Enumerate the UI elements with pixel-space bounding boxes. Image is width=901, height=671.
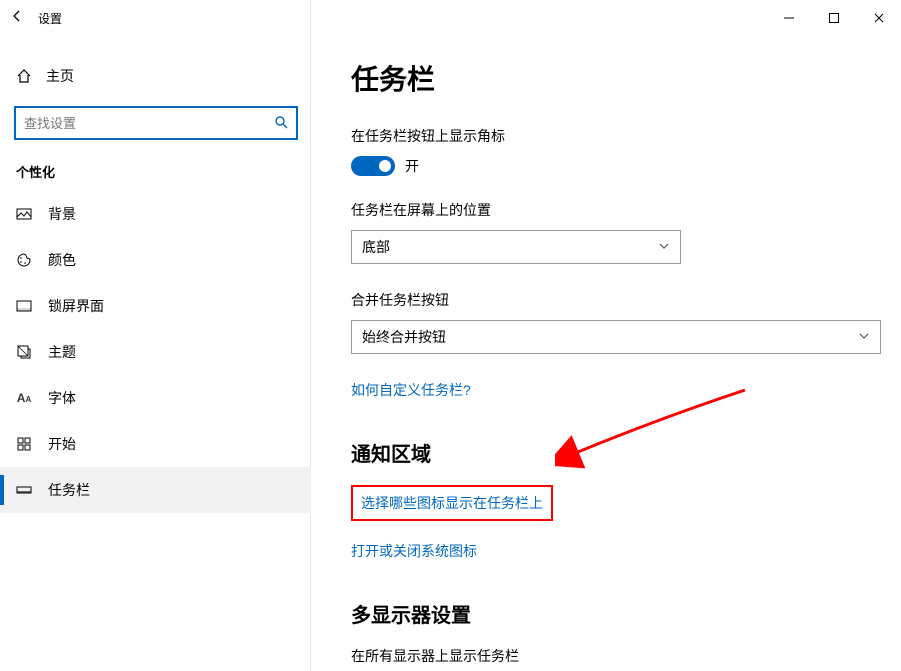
select-icons-link[interactable]: 选择哪些图标显示在任务栏上 <box>351 485 553 521</box>
customize-link[interactable]: 如何自定义任务栏? <box>351 380 471 400</box>
fonts-icon: AA <box>16 390 32 406</box>
search-icon <box>274 115 288 132</box>
back-icon[interactable] <box>10 9 24 28</box>
system-icons-link[interactable]: 打开或关闭系统图标 <box>351 541 477 561</box>
position-label: 任务栏在屏幕上的位置 <box>351 200 861 220</box>
sidebar-section-label: 个性化 <box>0 140 311 191</box>
close-button[interactable] <box>856 3 901 33</box>
combine-value: 始终合并按钮 <box>362 327 446 347</box>
maximize-button[interactable] <box>811 3 856 33</box>
sidebar-item-taskbar[interactable]: 任务栏 <box>0 467 311 513</box>
start-icon <box>16 436 32 452</box>
minimize-button[interactable] <box>766 3 811 33</box>
position-value: 底部 <box>362 237 390 257</box>
sidebar-item-start[interactable]: 开始 <box>0 421 311 467</box>
chevron-down-icon <box>858 330 870 345</box>
home-nav[interactable]: 主页 <box>0 56 311 96</box>
badges-toggle[interactable] <box>351 156 395 176</box>
sidebar-item-label: 主题 <box>48 342 76 362</box>
sidebar-item-fonts[interactable]: AA 字体 <box>0 375 311 421</box>
show-all-monitors-label: 在所有显示器上显示任务栏 <box>351 646 861 666</box>
multi-monitor-header: 多显示器设置 <box>351 599 861 628</box>
home-icon <box>16 68 32 84</box>
toggle-on-text: 开 <box>405 156 419 176</box>
home-label: 主页 <box>46 66 74 86</box>
main-content: 任务栏 在任务栏按钮上显示角标 开 任务栏在屏幕上的位置 底部 合并任务栏按钮 … <box>311 36 901 671</box>
sidebar-item-lockscreen[interactable]: 锁屏界面 <box>0 283 311 329</box>
sidebar-item-colors[interactable]: 颜色 <box>0 237 311 283</box>
sidebar: 主页 个性化 背景 颜色 锁屏界面 <box>0 36 311 671</box>
page-title: 任务栏 <box>351 58 861 98</box>
sidebar-item-label: 字体 <box>48 388 76 408</box>
themes-icon <box>16 344 32 360</box>
sidebar-item-label: 背景 <box>48 204 76 224</box>
chevron-down-icon <box>658 240 670 255</box>
sidebar-item-background[interactable]: 背景 <box>0 191 311 237</box>
titlebar: 设置 <box>0 0 901 36</box>
window-title: 设置 <box>38 10 62 27</box>
sidebar-item-themes[interactable]: 主题 <box>0 329 311 375</box>
notification-area-header: 通知区域 <box>351 438 861 467</box>
sidebar-item-label: 开始 <box>48 434 76 454</box>
sidebar-item-label: 锁屏界面 <box>48 296 104 316</box>
combine-dropdown[interactable]: 始终合并按钮 <box>351 320 881 354</box>
search-input[interactable] <box>24 116 274 131</box>
palette-icon <box>16 252 32 268</box>
taskbar-icon <box>16 482 32 498</box>
sidebar-item-label: 任务栏 <box>48 480 90 500</box>
position-dropdown[interactable]: 底部 <box>351 230 681 264</box>
badges-label: 在任务栏按钮上显示角标 <box>351 126 861 146</box>
lockscreen-icon <box>16 298 32 314</box>
picture-icon <box>16 206 32 222</box>
sidebar-item-label: 颜色 <box>48 250 76 270</box>
search-input-container[interactable] <box>14 106 298 140</box>
combine-label: 合并任务栏按钮 <box>351 290 861 310</box>
window-controls <box>766 3 901 33</box>
sidebar-nav: 背景 颜色 锁屏界面 主题 AA 字体 开始 <box>0 191 311 513</box>
